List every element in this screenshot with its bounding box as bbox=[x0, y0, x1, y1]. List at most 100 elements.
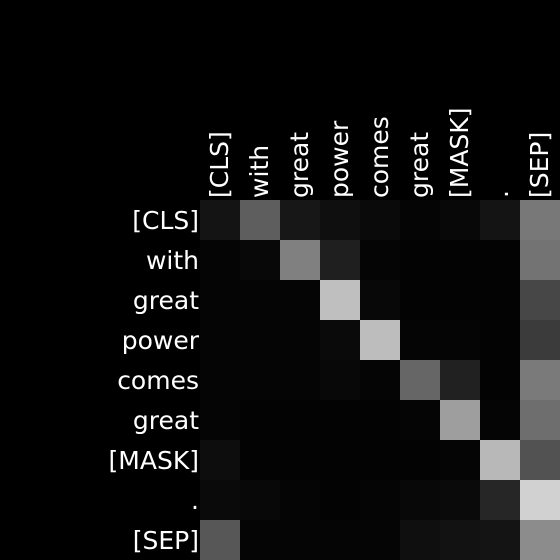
heatmap-cell bbox=[480, 200, 520, 240]
heatmap-cell bbox=[480, 520, 520, 560]
heatmap-cell bbox=[240, 480, 280, 520]
x-tick-label: great bbox=[285, 132, 314, 198]
heatmap-cell bbox=[440, 440, 480, 480]
heatmap-cell bbox=[360, 440, 400, 480]
heatmap-cell bbox=[440, 240, 480, 280]
heatmap-cell bbox=[360, 280, 400, 320]
heatmap-cell bbox=[320, 440, 360, 480]
heatmap-cell bbox=[440, 360, 480, 400]
heatmap-cell bbox=[320, 200, 360, 240]
heatmap-cell bbox=[360, 520, 400, 560]
heatmap-cell bbox=[240, 320, 280, 360]
y-tick-label: comes bbox=[117, 366, 199, 395]
heatmap-cell bbox=[480, 320, 520, 360]
heatmap-cell bbox=[360, 480, 400, 520]
heatmap-cell bbox=[200, 520, 240, 560]
heatmap-cell bbox=[320, 240, 360, 280]
heatmap-cell bbox=[200, 280, 240, 320]
heatmap-cell bbox=[200, 240, 240, 280]
x-tick-label: [SEP] bbox=[525, 132, 554, 198]
x-tick-label: great bbox=[405, 132, 434, 198]
heatmap-cell bbox=[240, 280, 280, 320]
heatmap-cell bbox=[480, 400, 520, 440]
heatmap-cell bbox=[240, 240, 280, 280]
x-tick-label: [MASK] bbox=[445, 108, 474, 198]
x-tick-label: comes bbox=[365, 116, 394, 198]
heatmap-cell bbox=[360, 200, 400, 240]
y-tick-label: [SEP] bbox=[133, 526, 199, 555]
y-tick-label: [MASK] bbox=[109, 446, 199, 475]
heatmap-cell bbox=[400, 280, 440, 320]
heatmap-cell bbox=[400, 400, 440, 440]
heatmap-cell bbox=[280, 400, 320, 440]
attention-heatmap: [CLS] with great power comes great [MASK]. [SEP… bbox=[109, 108, 560, 560]
heatmap-cell bbox=[520, 200, 560, 240]
heatmap-cells bbox=[200, 200, 560, 560]
heatmap-cell bbox=[520, 440, 560, 480]
heatmap-cell bbox=[320, 280, 360, 320]
heatmap-cell bbox=[520, 400, 560, 440]
x-tick-label: [CLS] bbox=[205, 131, 234, 198]
heatmap-cell bbox=[440, 400, 480, 440]
y-tick-label: great bbox=[133, 406, 199, 435]
x-axis-tick-labels: [CLS] with great power comes great [MASK]. [SEP… bbox=[205, 108, 554, 198]
heatmap-cell bbox=[480, 440, 520, 480]
y-axis-tick-labels: [CLS] with great power comes great [MASK]. [SEP… bbox=[109, 206, 200, 555]
heatmap-cell bbox=[520, 320, 560, 360]
heatmap-cell bbox=[360, 400, 400, 440]
heatmap-cell bbox=[520, 240, 560, 280]
y-tick-label: with bbox=[146, 246, 199, 275]
heatmap-cell bbox=[240, 360, 280, 400]
y-tick-label: power bbox=[122, 326, 200, 355]
heatmap-cell bbox=[320, 320, 360, 360]
heatmap-cell bbox=[320, 520, 360, 560]
heatmap-cell bbox=[480, 240, 520, 280]
heatmap-cell bbox=[200, 440, 240, 480]
heatmap-cell bbox=[480, 360, 520, 400]
heatmap-cell bbox=[200, 200, 240, 240]
heatmap-cell bbox=[360, 320, 400, 360]
heatmap-cell bbox=[400, 360, 440, 400]
x-tick-label: with bbox=[245, 145, 274, 198]
heatmap-cell bbox=[480, 280, 520, 320]
y-tick-label: [CLS] bbox=[132, 206, 199, 235]
heatmap-cell bbox=[360, 240, 400, 280]
heatmap-cell bbox=[440, 200, 480, 240]
x-tick-label: . bbox=[485, 190, 514, 198]
heatmap-cell bbox=[440, 320, 480, 360]
heatmap-cell bbox=[280, 320, 320, 360]
y-tick-label: . bbox=[191, 486, 199, 515]
heatmap-cell bbox=[440, 520, 480, 560]
heatmap-cell bbox=[400, 200, 440, 240]
y-tick-label: great bbox=[133, 286, 199, 315]
heatmap-cell bbox=[440, 280, 480, 320]
heatmap-cell bbox=[400, 240, 440, 280]
heatmap-cell bbox=[480, 480, 520, 520]
heatmap-cell bbox=[280, 520, 320, 560]
heatmap-cell bbox=[200, 480, 240, 520]
heatmap-cell bbox=[400, 520, 440, 560]
heatmap-cell bbox=[280, 480, 320, 520]
heatmap-cell bbox=[280, 200, 320, 240]
heatmap-cell bbox=[360, 360, 400, 400]
heatmap-cell bbox=[280, 280, 320, 320]
heatmap-cell bbox=[400, 480, 440, 520]
attention-heatmap-figure: [CLS] with great power comes great [MASK]. [SEP… bbox=[0, 0, 560, 560]
heatmap-cell bbox=[200, 360, 240, 400]
heatmap-cell bbox=[280, 360, 320, 400]
heatmap-cell bbox=[400, 320, 440, 360]
heatmap-cell bbox=[240, 200, 280, 240]
heatmap-cell bbox=[520, 280, 560, 320]
heatmap-cell bbox=[440, 480, 480, 520]
heatmap-cell bbox=[320, 480, 360, 520]
heatmap-cell bbox=[400, 440, 440, 480]
heatmap-cell bbox=[200, 320, 240, 360]
heatmap-cell bbox=[520, 520, 560, 560]
heatmap-cell bbox=[240, 440, 280, 480]
x-tick-label: power bbox=[325, 120, 354, 198]
heatmap-cell bbox=[240, 400, 280, 440]
heatmap-cell bbox=[520, 360, 560, 400]
heatmap-cell bbox=[520, 480, 560, 520]
heatmap-cell bbox=[280, 240, 320, 280]
heatmap-cell bbox=[280, 440, 320, 480]
